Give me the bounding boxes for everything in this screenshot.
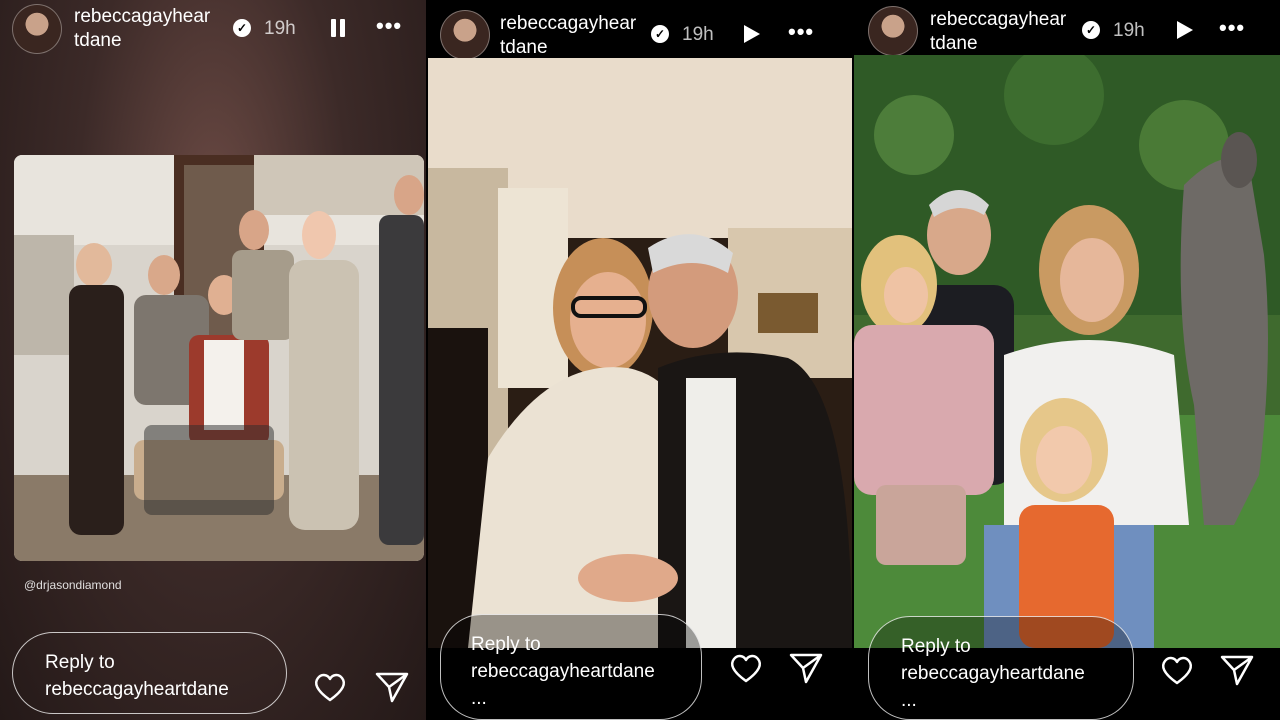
- verified-badge-icon: ✓: [1082, 21, 1100, 39]
- reply-input[interactable]: Reply to rebeccagayheartdane: [12, 632, 287, 714]
- reply-placeholder-line3: ...: [471, 688, 487, 709]
- story-header: rebeccagayhear tdane ✓ 19h •••: [854, 0, 1280, 58]
- heart-icon[interactable]: [726, 648, 766, 688]
- send-icon[interactable]: [786, 648, 826, 688]
- photo-credit-tag[interactable]: @drjasondiamond: [24, 578, 122, 592]
- username-line2: tdane: [930, 33, 978, 54]
- username-line1: rebeccagayhear: [500, 13, 637, 34]
- username-line1: rebeccagayhear: [930, 9, 1067, 30]
- story-photo: [854, 55, 1280, 648]
- play-icon[interactable]: [1172, 18, 1196, 42]
- username[interactable]: rebeccagayhear tdane: [74, 5, 234, 53]
- heart-icon[interactable]: [310, 667, 350, 707]
- story-header: rebeccagayhear tdane ✓ 19h •••: [0, 0, 426, 58]
- reply-placeholder-line2: rebeccagayheartdane: [45, 679, 229, 700]
- username[interactable]: rebeccagayhear tdane: [500, 12, 660, 60]
- send-icon[interactable]: [1217, 650, 1257, 690]
- pause-icon[interactable]: [326, 16, 350, 40]
- story-panel-2[interactable]: rebeccagayhear tdane ✓ 19h ••• Reply to …: [428, 0, 852, 720]
- play-icon[interactable]: [739, 22, 763, 46]
- reply-input[interactable]: Reply to rebeccagayheartdane ...: [868, 616, 1134, 720]
- more-options-icon[interactable]: •••: [788, 20, 824, 44]
- verified-badge-icon: ✓: [651, 25, 669, 43]
- username-line1: rebeccagayhear: [74, 6, 211, 27]
- username-line2: tdane: [500, 37, 548, 58]
- reply-placeholder-line2: rebeccagayheartdane: [471, 661, 655, 682]
- more-options-icon[interactable]: •••: [376, 14, 412, 38]
- story-header: rebeccagayhear tdane ✓ 19h •••: [428, 0, 852, 60]
- post-time: 19h: [1113, 20, 1145, 41]
- story-photo: [428, 58, 852, 648]
- reply-placeholder-line2: rebeccagayheartdane: [901, 663, 1085, 684]
- more-options-icon[interactable]: •••: [1219, 16, 1255, 40]
- profile-avatar[interactable]: [868, 6, 918, 56]
- story-panel-1[interactable]: rebeccagayhear tdane ✓ 19h ••• @drjasond…: [0, 0, 426, 720]
- reply-placeholder-line1: Reply to: [901, 636, 971, 657]
- send-icon[interactable]: [372, 667, 412, 707]
- heart-icon[interactable]: [1157, 650, 1197, 690]
- post-time: 19h: [264, 18, 296, 39]
- story-panel-3[interactable]: rebeccagayhear tdane ✓ 19h ••• Reply to …: [854, 0, 1280, 720]
- reply-placeholder-line1: Reply to: [471, 634, 541, 655]
- verified-badge-icon: ✓: [233, 19, 251, 37]
- post-time: 19h: [682, 24, 714, 45]
- reply-placeholder-line1: Reply to: [45, 652, 115, 673]
- username-line2: tdane: [74, 30, 122, 51]
- reply-input[interactable]: Reply to rebeccagayheartdane ...: [440, 614, 702, 720]
- profile-avatar[interactable]: [440, 10, 490, 60]
- reply-placeholder-line3: ...: [901, 690, 917, 711]
- profile-avatar[interactable]: [12, 4, 62, 54]
- username[interactable]: rebeccagayhear tdane: [930, 8, 1090, 56]
- story-photo: [14, 155, 424, 561]
